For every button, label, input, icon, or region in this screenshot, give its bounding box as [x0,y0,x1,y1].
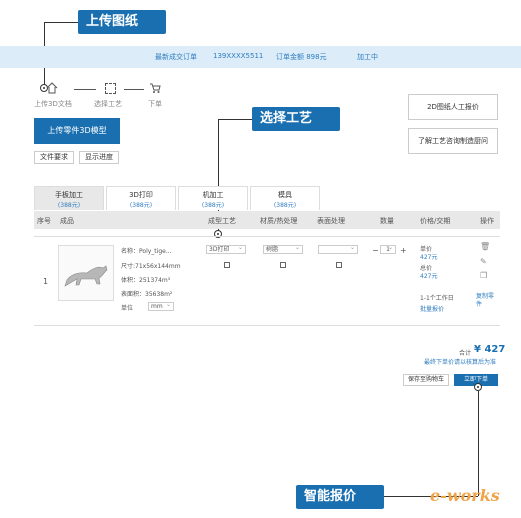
tab-label: 手板加工 [55,191,83,199]
tab-price: (388元) [57,202,81,209]
callout-upload: 上传图纸 [78,10,166,34]
step-order-label: 下单 [148,100,162,108]
tab-handmade[interactable]: 手板加工 (388元) [34,186,104,210]
col-price: 价格/交期 [420,217,451,225]
delivery-time: 1-1个工作日 [420,295,454,302]
process-step-icon [105,83,116,94]
order-step-icon [149,82,161,93]
price-note: 最终下单价请以核算后为准 [424,359,497,366]
unit-label: 单位 [121,305,134,312]
callout-connector [218,119,252,120]
total-label: 合计 [459,350,472,357]
order-phone: 139XXXX5511 [213,52,264,60]
order-status: 加工中 [357,53,378,61]
upload-model-button[interactable]: 上传零件3D模型 [34,118,120,144]
consult-button[interactable]: 了解工艺咨询制造厨问 [408,128,498,154]
tab-label: 模具 [278,191,292,199]
part-thumbnail [58,245,114,301]
table-row: 1 名称：Poly_tige... 尺寸:71x56x144mm 体积：2513… [34,236,500,326]
row-index: 1 [43,277,49,286]
step-process-label: 选择工艺 [94,100,122,108]
callout-connector [478,391,479,496]
eworks-logo: e-works [430,486,500,505]
callout-pin [474,383,482,391]
callout-process: 选择工艺 [252,107,340,131]
tab-price: (388元) [273,202,297,209]
col-action: 操作 [480,217,494,225]
file-requirements-button[interactable]: 文件要求 [34,151,74,164]
edit-icon[interactable]: ✎ [480,257,487,266]
col-part: 成品 [60,217,74,225]
unit-price: 427元 [420,254,438,261]
delete-icon[interactable]: 🗑 [480,242,490,251]
tab-machining[interactable]: 机加工 (388元) [178,186,248,210]
grand-total: ¥ 427 [474,344,506,355]
material-select[interactable]: 树脂 [263,244,303,254]
save-to-cart-button[interactable]: 保存至购物车 [403,374,449,386]
qty-input[interactable]: 1 [380,244,396,254]
bulk-quote-link[interactable]: 批量报价 [420,304,444,313]
surface-detail-icon[interactable] [336,262,342,268]
step-divider [74,89,96,90]
manual-quote-button[interactable]: 2D图纸人工报价 [408,94,498,120]
process-detail-icon[interactable] [224,262,230,268]
tab-price: (388元) [129,202,153,209]
tab-label: 机加工 [202,191,224,199]
material-detail-icon[interactable] [280,262,286,268]
col-process: 成型工艺 [208,217,236,225]
col-surface: 表面处理 [317,217,345,225]
qty-plus-button[interactable]: + [400,246,407,255]
show-progress-button[interactable]: 显示进度 [79,151,119,164]
part-size: 尺寸:71x56x144mm [121,263,181,270]
latest-orders-label: 最新成交订单 [155,53,197,61]
upload-step-icon [46,82,58,94]
callout-connector [44,22,78,23]
surface-select[interactable] [318,244,358,254]
tab-price: (388元) [201,202,225,209]
tab-label: 3D打印 [129,191,153,199]
latest-orders-bar: 最新成交订单 139XXXX5511 订单金额 898元 加工中 [0,46,521,68]
qty-minus-button[interactable]: − [372,246,379,255]
col-index: 序号 [37,217,51,225]
part-volume: 体积：251374m³ [121,277,171,284]
process-select[interactable]: 3D打印 [206,244,246,254]
copy-part-link[interactable]: 复制零件 [476,293,494,309]
part-name: 名称：Poly_tige... [121,248,172,255]
part-area: 表面积：35638m² [121,291,173,298]
copy-icon[interactable]: ❐ [480,271,487,280]
total-price: 427元 [420,273,438,280]
tab-3d-print[interactable]: 3D打印 (388元) [106,186,176,210]
col-material: 材质/热处理 [260,217,298,225]
unit-select[interactable]: mm [148,301,174,311]
tab-mold[interactable]: 模具 (388元) [250,186,320,210]
step-upload-label: 上传3D文档 [34,100,72,108]
callout-quote: 智能报价 [296,485,384,509]
col-qty: 数量 [380,217,394,225]
order-amount: 订单金额 898元 [276,53,327,61]
table-header: 序号 成品 成型工艺 材质/热处理 表面处理 数量 价格/交期 操作 [34,211,500,229]
step-divider [124,89,144,90]
